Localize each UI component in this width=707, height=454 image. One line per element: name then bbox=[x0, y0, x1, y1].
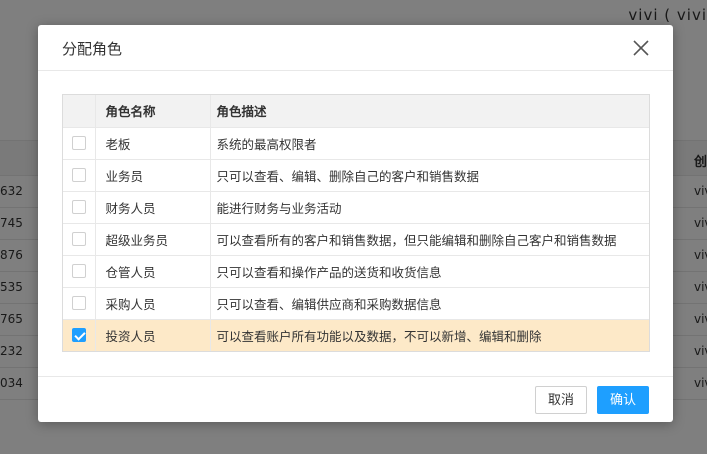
role-name: 超级业务员 bbox=[95, 223, 211, 256]
close-icon[interactable] bbox=[631, 38, 651, 58]
role-table: 角色名称 角色描述 老板 系统的最高权限者 业务员 只可以查看、编辑、删除自己的客户和… bbox=[62, 94, 650, 352]
role-description: 可以查看账户所有功能以及数据，不可以新增、编辑和删除 bbox=[210, 319, 649, 351]
role-name: 采购人员 bbox=[95, 287, 211, 320]
role-checkbox[interactable] bbox=[71, 232, 86, 246]
role-description: 能进行财务与业务活动 bbox=[210, 191, 649, 224]
role-row[interactable]: 业务员 只可以查看、编辑、删除自己的客户和销售数据 bbox=[63, 159, 649, 192]
close-icon-svg bbox=[633, 40, 649, 56]
role-name: 老板 bbox=[95, 127, 211, 160]
role-check-cell bbox=[63, 223, 96, 256]
header-role-desc: 角色描述 bbox=[210, 95, 649, 128]
role-check-cell bbox=[63, 255, 96, 288]
role-name: 仓管人员 bbox=[95, 255, 211, 288]
role-table-body: 老板 系统的最高权限者 业务员 只可以查看、编辑、删除自己的客户和销售数据 财务人员 能进… bbox=[63, 127, 649, 351]
role-description: 系统的最高权限者 bbox=[210, 127, 649, 160]
role-row[interactable]: 财务人员 能进行财务与业务活动 bbox=[63, 191, 649, 224]
role-row[interactable]: 超级业务员 可以查看所有的客户和销售数据，但只能编辑和删除自己客户和销售数据 bbox=[63, 223, 649, 256]
role-checkbox[interactable] bbox=[71, 264, 86, 278]
role-description: 只可以查看、编辑、删除自己的客户和销售数据 bbox=[210, 159, 649, 192]
dialog-header: 分配角色 bbox=[38, 25, 673, 71]
role-check-cell bbox=[63, 127, 96, 160]
role-name: 财务人员 bbox=[95, 191, 211, 224]
role-description: 只可以查看、编辑供应商和采购数据信息 bbox=[210, 287, 649, 320]
role-row[interactable]: 采购人员 只可以查看、编辑供应商和采购数据信息 bbox=[63, 287, 649, 320]
role-checkbox[interactable] bbox=[71, 136, 86, 150]
role-checkbox[interactable] bbox=[71, 200, 86, 214]
role-check-cell bbox=[63, 191, 96, 224]
role-row[interactable]: 老板 系统的最高权限者 bbox=[63, 127, 649, 160]
role-check-cell bbox=[63, 159, 96, 192]
confirm-button[interactable]: 确认 bbox=[597, 386, 649, 414]
role-description: 只可以查看和操作产品的送货和收货信息 bbox=[210, 255, 649, 288]
assign-role-dialog: 分配角色 角色名称 角色描述 老板 系统的最高权限者 业务员 只可以查看、编辑、删除自… bbox=[38, 25, 673, 422]
role-description: 可以查看所有的客户和销售数据，但只能编辑和删除自己客户和销售数据 bbox=[210, 223, 649, 256]
role-checkbox[interactable] bbox=[71, 168, 86, 182]
role-checkbox[interactable] bbox=[71, 328, 86, 343]
dialog-title: 分配角色 bbox=[62, 40, 123, 58]
dialog-footer: 取消 确认 bbox=[38, 376, 673, 422]
role-name: 投资人员 bbox=[95, 319, 211, 351]
role-check-cell bbox=[63, 319, 96, 351]
cancel-button[interactable]: 取消 bbox=[535, 386, 587, 414]
role-name: 业务员 bbox=[95, 159, 211, 192]
role-table-header-row: 角色名称 角色描述 bbox=[63, 95, 649, 128]
header-check-cell bbox=[63, 95, 96, 128]
role-row[interactable]: 仓管人员 只可以查看和操作产品的送货和收货信息 bbox=[63, 255, 649, 288]
header-role-name: 角色名称 bbox=[95, 95, 211, 128]
role-check-cell bbox=[63, 287, 96, 320]
role-row[interactable]: 投资人员 可以查看账户所有功能以及数据，不可以新增、编辑和删除 bbox=[63, 319, 649, 351]
role-checkbox[interactable] bbox=[71, 296, 86, 310]
